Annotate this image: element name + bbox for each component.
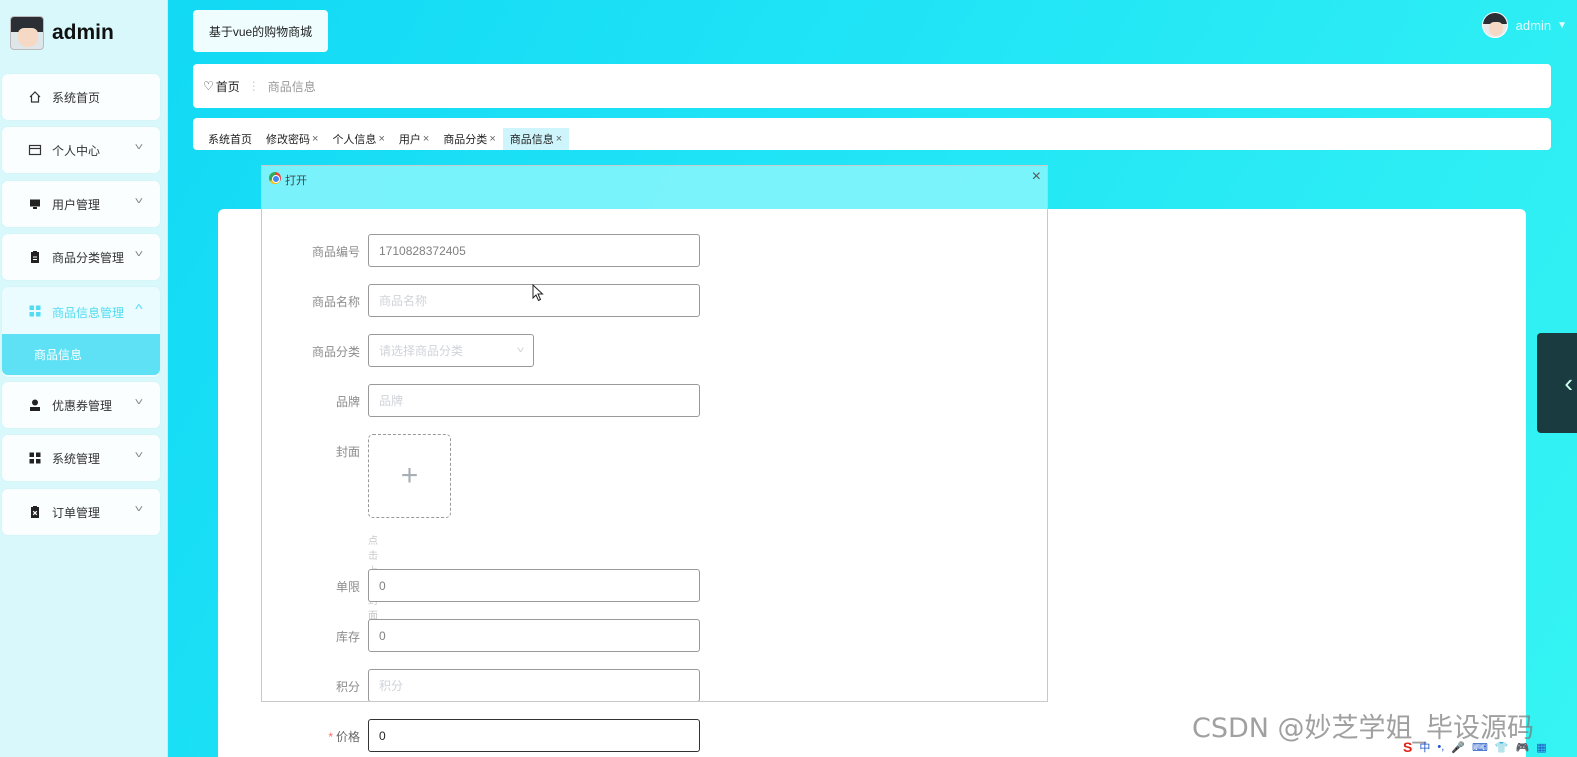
clipboard-icon	[28, 250, 42, 264]
sidebar-item-label: 个人中心	[52, 143, 101, 158]
user-menu[interactable]: admin ▼	[1481, 12, 1567, 38]
tab-label: 商品分类	[443, 134, 488, 146]
chevron-down-icon: ˅	[134, 504, 144, 515]
close-icon[interactable]: ×	[378, 133, 384, 145]
chevron-down-icon: ˅	[134, 450, 144, 461]
tab-change-password[interactable]: 修改密码 ×	[259, 128, 325, 150]
punctuation-icon[interactable]: •,	[1437, 741, 1444, 753]
price-input[interactable]	[368, 719, 700, 752]
close-icon[interactable]: ×	[556, 133, 562, 145]
tab-label: 系统首页	[208, 134, 252, 146]
chrome-icon	[269, 172, 281, 184]
side-panel-toggle[interactable]: ‹	[1537, 333, 1577, 433]
sidebar-item-label: 优惠券管理	[52, 398, 113, 413]
required-mark: *	[328, 730, 333, 744]
chevron-down-icon: ˅	[134, 249, 144, 260]
submenu-item-product-info[interactable]: 商品信息	[2, 334, 160, 375]
price-label: 价格	[335, 730, 360, 744]
sidebar: admin 系统首页 个人中心 ˅ 用户管理 ˅ 商品分类管理 ˅ 商品信息管理…	[0, 0, 168, 757]
tabs-bar: 系统首页 修改密码 × 个人信息 × 用户 × 商品分类 × 商品信息 ×	[193, 118, 1551, 150]
dialog-title: 打开	[285, 175, 307, 187]
heart-icon: ♡	[203, 79, 214, 93]
close-icon[interactable]: ×	[1032, 168, 1041, 186]
keyboard-icon[interactable]: ⌨	[1472, 741, 1488, 754]
tab-product-info[interactable]: 商品信息 ×	[502, 128, 570, 150]
chevron-left-icon: ‹	[1564, 367, 1573, 398]
site-title: 基于vue的购物商城	[193, 10, 328, 52]
tab-label: 修改密码	[266, 134, 310, 146]
ime-lang[interactable]: 中	[1419, 739, 1430, 755]
grid-icon	[28, 304, 42, 318]
sidebar-item-users[interactable]: 用户管理 ˅	[2, 181, 160, 227]
form-label: * 价格	[218, 728, 360, 745]
brand-name: admin	[52, 21, 114, 44]
close-icon[interactable]: ×	[312, 133, 318, 145]
grid-icon	[28, 451, 42, 465]
sidebar-item-label: 系统管理	[52, 451, 101, 466]
breadcrumb-home-label: 首页	[215, 79, 240, 94]
ime-logo: S	[1403, 739, 1413, 755]
breadcrumb-separator: ⋮	[247, 79, 260, 93]
sidebar-item-home[interactable]: 系统首页	[2, 74, 160, 120]
open-file-dialog: 打开 ×	[261, 165, 1048, 702]
close-icon[interactable]: ×	[423, 133, 429, 145]
avatar	[1481, 12, 1508, 38]
user-name: admin	[1515, 17, 1552, 33]
card-icon	[28, 143, 42, 157]
home-icon	[28, 90, 42, 104]
tab-label: 商品信息	[509, 134, 554, 146]
caret-down-icon: ▼	[1557, 19, 1567, 31]
tab-users[interactable]: 用户 ×	[392, 128, 436, 150]
sidebar-item-label: 订单管理	[52, 505, 101, 520]
sidebar-item-label: 商品分类管理	[52, 250, 125, 265]
microphone-icon[interactable]: 🎤	[1451, 741, 1465, 754]
sidebar-item-category[interactable]: 商品分类管理 ˅	[2, 234, 160, 280]
user-icon	[28, 398, 42, 412]
tab-home[interactable]: 系统首页	[201, 128, 259, 150]
sidebar-item-system[interactable]: 系统管理 ˅	[2, 435, 160, 481]
grid-menu-icon[interactable]: ▦	[1536, 741, 1546, 754]
monitor-icon	[28, 197, 42, 211]
brand-avatar	[10, 16, 44, 50]
sidebar-item-label: 用户管理	[52, 197, 101, 212]
sidebar-item-coupons[interactable]: 优惠券管理 ˅	[2, 382, 160, 428]
breadcrumb: ♡ 首页 ⋮ 商品信息	[193, 64, 1551, 108]
tab-category[interactable]: 商品分类 ×	[436, 128, 502, 150]
close-icon[interactable]: ×	[489, 133, 495, 145]
dialog-header: 打开 ×	[262, 166, 1047, 209]
chevron-down-icon: ˅	[134, 142, 144, 153]
breadcrumb-current: 商品信息	[267, 79, 316, 94]
chevron-up-icon: ˄	[134, 302, 144, 313]
clipboard-x-icon	[28, 505, 42, 519]
breadcrumb-home[interactable]: ♡ 首页	[203, 78, 240, 95]
sidebar-item-label: 商品信息管理	[52, 306, 125, 320]
ime-toolbar[interactable]: S 中 •, 🎤 ⌨ 👕 🎮 ▦	[1403, 737, 1547, 757]
chevron-down-icon: ˅	[134, 196, 144, 207]
sidebar-item-personal[interactable]: 个人中心 ˅	[2, 127, 160, 173]
chevron-down-icon: ˅	[134, 397, 144, 408]
tab-label: 用户	[398, 134, 421, 146]
sidebar-item-label: 系统首页	[52, 90, 101, 105]
mouse-cursor-icon	[532, 283, 544, 307]
sidebar-item-orders[interactable]: 订单管理 ˅	[2, 489, 160, 535]
brand: admin	[0, 0, 167, 66]
game-icon[interactable]: 🎮	[1516, 741, 1530, 754]
tab-label: 个人信息	[332, 134, 377, 146]
tab-personal-info[interactable]: 个人信息 ×	[325, 128, 391, 150]
skin-icon[interactable]: 👕	[1495, 741, 1509, 754]
